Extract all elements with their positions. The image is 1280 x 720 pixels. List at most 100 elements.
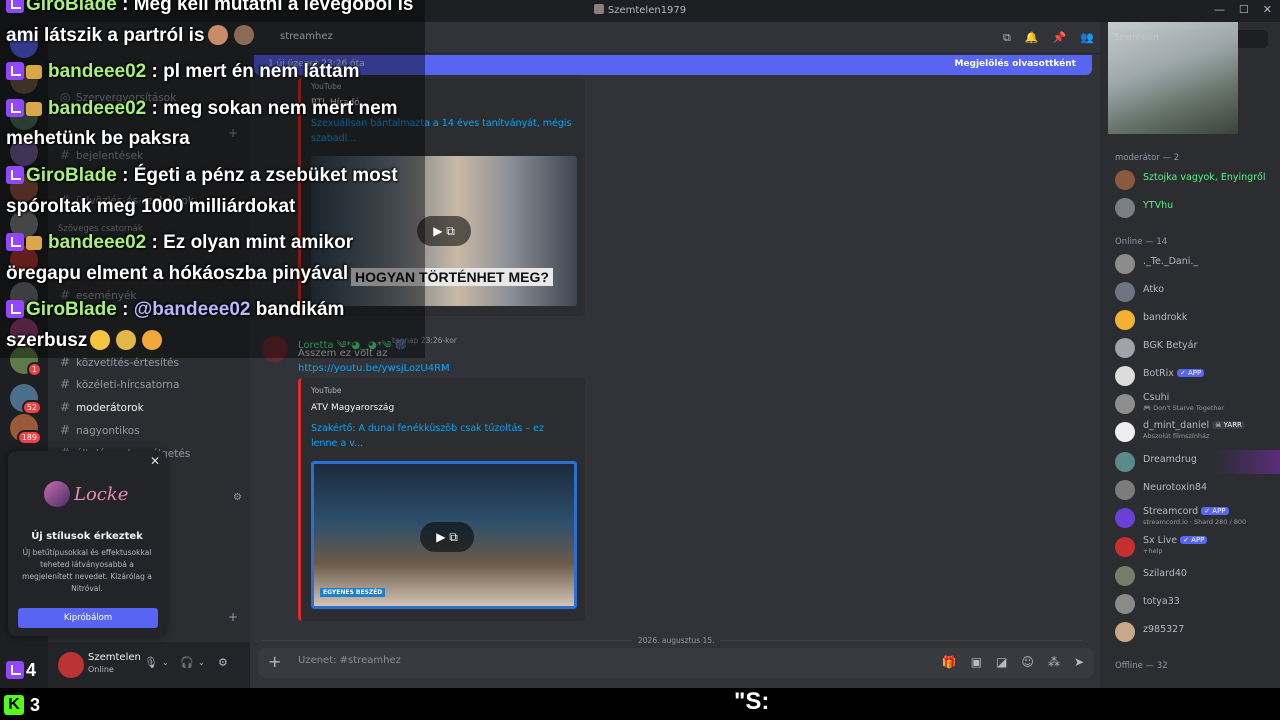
microphone-icon[interactable]: 🎙 [144,656,158,669]
overlay-chat-line: ami látszik a partról is [6,25,257,47]
message-link[interactable]: https://youtu.be/ywsjLozU4RM [298,363,450,374]
twitch-icon [6,300,24,318]
avatar [1115,254,1135,274]
member-item[interactable]: ._Te._Dani._ [1115,252,1280,276]
user-panel: Szemtelen Online 🎙 ⌄ 🎧 ⌄ ⚙ [48,642,250,688]
server-icon[interactable]: 189 [10,414,42,445]
channel-public-news[interactable]: # közéleti-hírcsatorna [60,377,179,391]
member-group-header: Offline — 32 [1115,661,1168,671]
overlay-chat-line: bandeee02 : meg sokan nem mert nem [6,98,398,120]
composer-actions: 🎁 ▣ ◪ ☺ ⁂ ➤ [942,655,1084,669]
server-icon[interactable]: 52 [10,384,42,415]
kick-icon: K [4,695,24,715]
twitch-icon [6,99,24,117]
add-channel-icon[interactable]: + [228,610,238,624]
twitch-viewer-count: 4 [6,660,36,681]
channel-nagyontikos[interactable]: # nagyontikos [60,423,140,437]
play-button[interactable]: ▶ ⧉ [420,522,474,552]
user-name: Szemtelen [88,652,141,663]
avatar [1115,198,1135,218]
close-icon[interactable]: ✕ [150,454,160,468]
nitro-promo-popup: ✕ Locke Új stílusok érkeztek Új betűtípu… [8,451,166,636]
popup-body: Új betűtípusokkal és effektusokkal tehet… [22,548,152,593]
stream-bottom-bar [0,688,1280,720]
date-divider: 2026. augusztus 15. [262,636,1082,646]
overlay-chat-line: öregapu elment a hókáoszba pinyával [6,263,349,284]
message-input[interactable] [298,655,898,666]
mention-badge: 52 [21,400,42,415]
member-item[interactable]: Streamcord ✓ APP streamcord.io · Shard 280… [1115,506,1280,530]
member-item[interactable]: d_mint_daniel ☠ YARR Abszolút filmszínház [1115,420,1280,444]
twitch-icon [6,166,24,184]
maximize-button[interactable]: ☐ [1239,3,1249,16]
chat-mention: @bandeee02 [133,299,251,320]
avatar [1115,508,1135,528]
overlay-chat-line: spóroltak meg 1000 milliárdokat [6,196,296,217]
member-item[interactable]: BotRix ✓ APP [1115,364,1280,388]
member-item[interactable]: Sztojka vagyok, Enyingről [1115,168,1280,192]
member-item[interactable]: Atko [1115,280,1280,304]
member-item[interactable]: BGK Betyár [1115,336,1280,360]
close-button[interactable]: ✕ [1263,3,1272,16]
mention-badge: 1 [26,362,42,377]
member-item[interactable]: bandrokk [1115,308,1280,332]
embed-provider: YouTube [311,386,342,395]
send-icon[interactable]: ➤ [1074,655,1084,669]
sticker-icon[interactable]: ◪ [996,655,1007,669]
headphones-icon[interactable]: 🎧 [180,656,194,669]
emote-icon [90,330,111,350]
member-item[interactable]: YTVhu [1115,196,1280,220]
member-item[interactable]: z985327 [1115,620,1280,644]
avatar[interactable] [58,652,84,678]
server-tag-badge: ☠ YARR [1212,421,1245,429]
embed-author[interactable]: ATV Magyarország [311,403,394,413]
member-item[interactable]: totya33 [1115,592,1280,616]
channel-settings-icon[interactable]: ⚙ [233,492,242,503]
threads-icon[interactable]: ⧉ [1003,31,1011,45]
avatar [1115,310,1135,330]
play-button[interactable]: ▶ ⧉ [417,216,471,246]
pin-icon[interactable]: 📌 [1053,31,1067,45]
try-it-button[interactable]: Kipróbálom [18,608,158,628]
emoji-icon[interactable]: ☺ [1021,655,1034,669]
attach-plus-icon[interactable]: + [268,652,281,671]
bell-icon[interactable]: 🔔 [1025,31,1039,45]
popup-heading: Új stílusok érkeztek [31,531,143,542]
minimize-button[interactable]: — [1214,3,1225,16]
embed-title-link[interactable]: Szakértő: A dunai fenékküszöb csak tűzol… [311,421,573,451]
overlay-chat-line: GiroBlade : @bandeee02 bandikám [6,299,344,321]
avatar [1115,480,1135,500]
members-icon[interactable]: 👥 [1080,31,1094,45]
channel-moderators[interactable]: # moderátorok [60,400,144,414]
settings-gear-icon[interactable]: ⚙ [218,656,228,669]
avatar [1115,394,1135,414]
gif-icon[interactable]: ▣ [971,655,982,669]
subscriber-badge-icon [26,236,42,250]
avatar [1115,282,1135,302]
member-item[interactable]: Sx Live ✓ APP +help [1115,535,1280,559]
member-group-header: Online — 14 [1115,237,1168,247]
member-item[interactable]: Szilard40 [1115,564,1280,588]
nitro-logo-text: Locke [74,484,129,505]
chevron-down-icon[interactable]: ⌄ [162,658,169,667]
video-thumbnail[interactable]: ▶ ⧉ EGYENES BESZÉD [311,461,577,609]
member-item[interactable]: Csuhi 🎮 Don't Starve Together [1115,392,1280,416]
hash-icon: # [60,377,71,391]
avatar [1115,566,1135,586]
mark-as-read-button[interactable]: Megjelölés olvasottként [954,59,1076,69]
avatar [1115,170,1135,190]
server-icon [593,4,604,14]
subscriber-badge-icon [26,65,42,79]
chat-username: bandeee02 [48,61,147,82]
overlay-chat-line: bandeee02 : Ez olyan mint amikor [6,232,353,254]
mention-badge: 189 [16,430,42,445]
apps-icon[interactable]: ⁂ [1048,655,1060,669]
header-toolbar: ⧉ 🔔 📌 👥 [1003,31,1094,45]
window-controls: — ☐ ✕ [1214,3,1272,16]
user-status: Online [88,665,114,674]
chevron-down-icon[interactable]: ⌄ [198,658,205,667]
member-item[interactable]: Neurotoxin84 [1115,478,1280,502]
gift-icon[interactable]: 🎁 [942,655,957,669]
member-item[interactable]: Dreamdrug [1115,450,1280,474]
subscriber-badge-icon [26,102,42,116]
